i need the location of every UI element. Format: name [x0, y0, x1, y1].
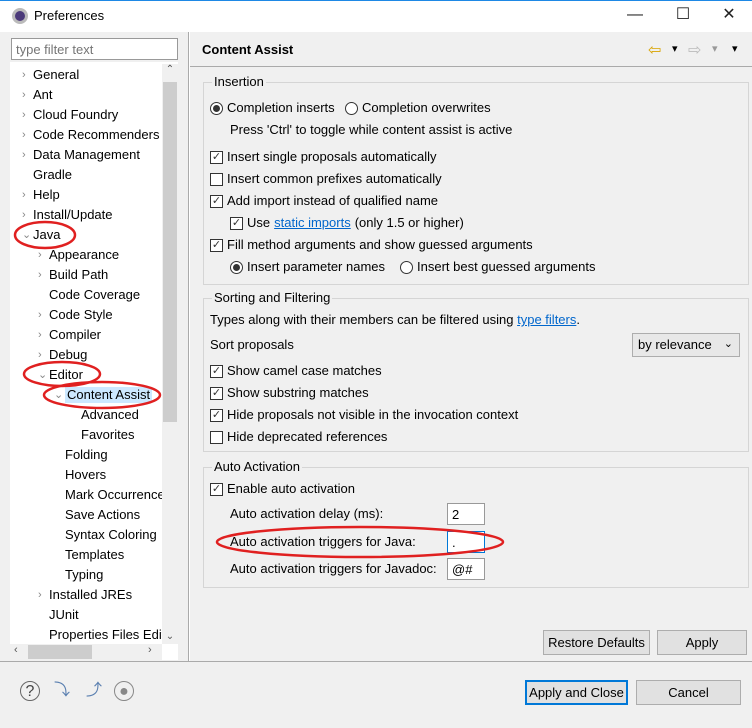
- annotation-java: [13, 220, 77, 250]
- annotation-java-triggers: [215, 525, 505, 559]
- annotation-content-assist: [42, 380, 162, 410]
- annotation-overlay: [13, 220, 505, 559]
